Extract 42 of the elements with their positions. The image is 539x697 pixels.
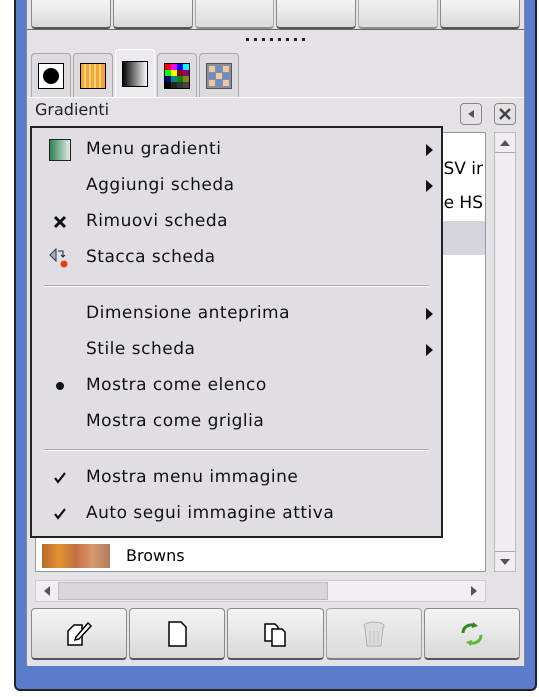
toolbar-button[interactable] [276, 0, 356, 29]
menu-item[interactable]: Stile scheda [32, 332, 441, 368]
menu-item[interactable]: Mostra menu immagine [32, 460, 441, 496]
palette-icon [164, 62, 190, 88]
gradient-icon [122, 60, 148, 86]
panel-title: Gradienti [35, 102, 110, 118]
left-arrow-icon [44, 586, 50, 596]
toolbar-button[interactable] [129, 608, 226, 660]
image-grid-icon [206, 62, 232, 88]
menu-item[interactable]: Mostra come elenco [32, 368, 441, 404]
menu-item[interactable]: Menu gradienti [32, 132, 441, 168]
toolbar-button[interactable] [31, 0, 111, 29]
up-arrow-icon [500, 140, 510, 146]
list-row-label: Browns [126, 546, 185, 566]
menu-item[interactable]: Aggiungi scheda [32, 168, 441, 204]
toolbar-button[interactable] [424, 608, 520, 660]
close-button[interactable] [494, 103, 516, 125]
toolbar-button[interactable] [227, 608, 324, 660]
menu-item[interactable]: Dimensione anteprima [32, 296, 441, 332]
toolbar-button[interactable] [440, 0, 520, 29]
dock-tab[interactable] [157, 53, 197, 97]
menu-item[interactable]: Rimuovi scheda [32, 204, 441, 240]
dock-tab[interactable] [73, 53, 113, 97]
grip-handle-icon [244, 38, 308, 42]
close-icon [499, 108, 511, 120]
menu-item[interactable]: Mostra come griglia [32, 404, 441, 440]
dock-tab[interactable] [31, 53, 71, 97]
menu-button[interactable] [460, 103, 482, 125]
horizontal-scrollbar[interactable] [35, 580, 486, 602]
gradient-swatch [42, 544, 110, 568]
gradient-icon [49, 139, 71, 161]
pattern-icon [80, 62, 106, 88]
menu-item[interactable]: Stacca scheda [32, 240, 441, 276]
down-arrow-icon [500, 558, 510, 564]
toolbar-button[interactable] [31, 608, 128, 660]
close-icon [53, 215, 67, 229]
menu-item[interactable]: Auto segui immagine attiva [32, 496, 441, 532]
brush-icon [38, 62, 64, 88]
right-arrow-icon [471, 586, 477, 596]
toolbar-button[interactable] [112, 0, 193, 29]
vertical-scrollbar[interactable] [494, 132, 516, 572]
left-triangle-icon [466, 109, 476, 119]
